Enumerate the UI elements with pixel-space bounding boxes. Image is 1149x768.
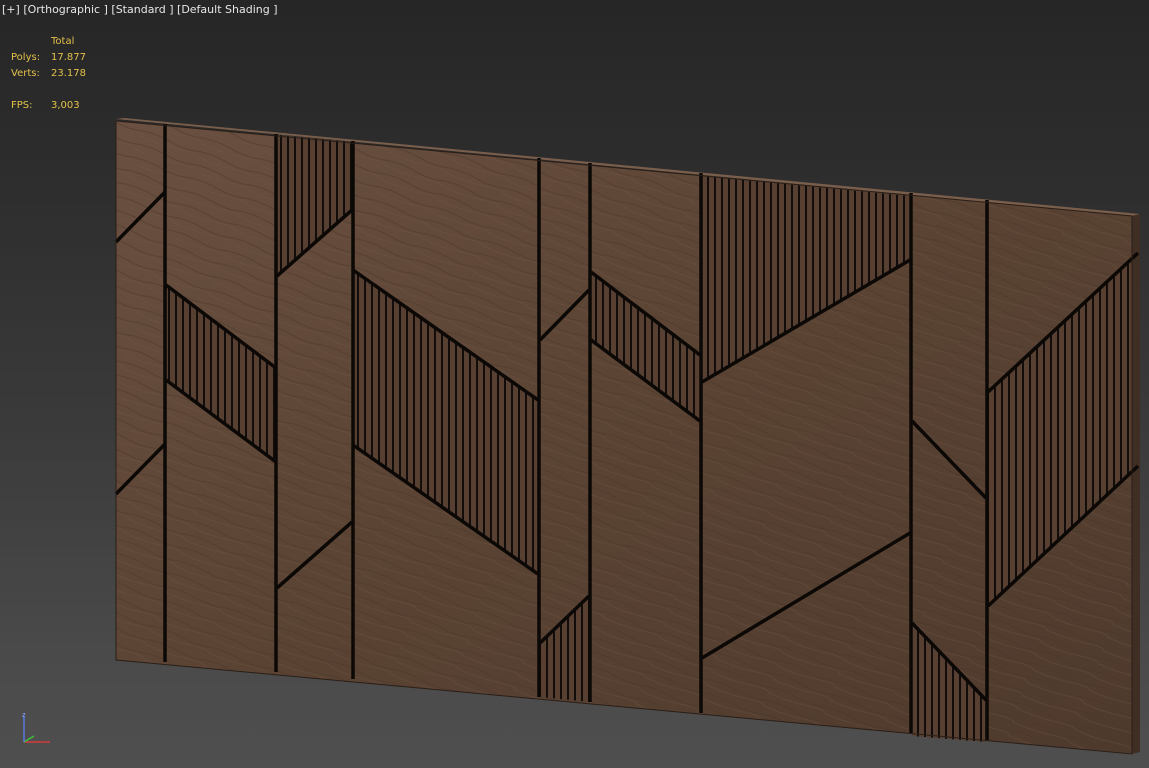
wall-side-face <box>1132 214 1140 754</box>
fps-value: 3,003 <box>51 100 80 111</box>
stats-header: Total <box>51 36 75 47</box>
shading-menu[interactable]: [Default Shading ] <box>177 3 277 16</box>
scene-canvas[interactable] <box>0 0 1149 768</box>
fps-label: FPS: <box>11 100 33 111</box>
verts-value: 23.178 <box>51 68 86 79</box>
3d-viewport[interactable]: [+] [Orthographic ] [Standard ] [Default… <box>0 0 1149 768</box>
y-axis-line <box>23 735 35 743</box>
polys-value: 17.877 <box>51 52 86 63</box>
view-style-menu[interactable]: [Standard ] <box>111 3 173 16</box>
viewport-label[interactable]: [+] [Orthographic ] [Standard ] [Default… <box>2 3 278 16</box>
verts-label: Verts: <box>11 68 40 79</box>
axis-gizmo-icon: z <box>22 711 50 743</box>
view-type-menu[interactable]: [Orthographic ] <box>23 3 108 16</box>
z-axis-label: z <box>22 711 26 719</box>
viewport-statistics: Total Polys: 17.877 Verts: 23.178 FPS: 3,00… <box>11 34 111 114</box>
polys-label: Polys: <box>11 52 41 63</box>
viewport-menu-button[interactable]: [+] <box>2 3 20 16</box>
